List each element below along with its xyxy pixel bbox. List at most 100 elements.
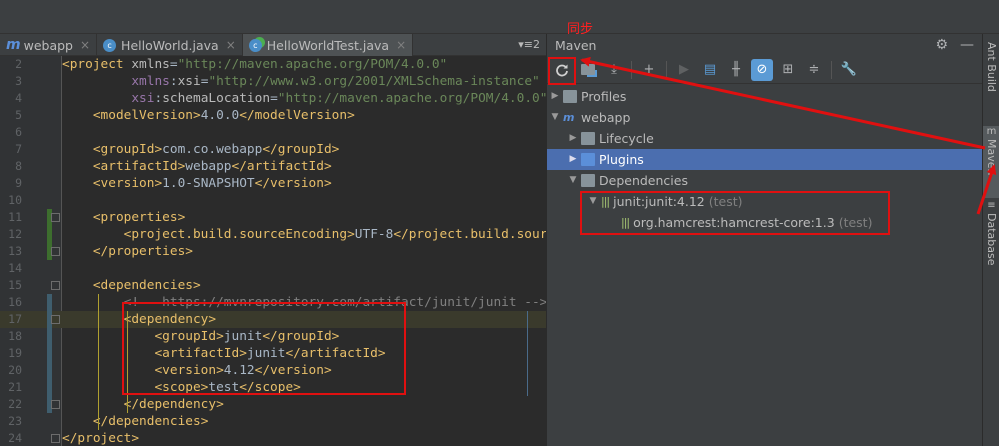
add-project-button[interactable]: + <box>638 59 660 81</box>
code-text: </dependencies> <box>62 413 209 430</box>
code-line: 3 xmlns:xsi="http://www.w3.org/2001/XMLS… <box>0 73 546 90</box>
close-icon[interactable]: × <box>396 38 406 52</box>
line-number: 17 <box>8 312 22 326</box>
code-line: 15 <dependencies> <box>0 277 546 294</box>
line-number: 24 <box>8 431 22 445</box>
collapse-all-button[interactable]: ≑ <box>803 59 825 81</box>
line-number: 16 <box>8 295 22 309</box>
toggle-offline-button[interactable]: ╫ <box>725 59 747 81</box>
tree-node-profiles[interactable]: ▶ Profiles <box>547 86 627 107</box>
code-text: <version>1.0-SNAPSHOT</version> <box>62 175 332 192</box>
code-token: </properties> <box>92 244 193 259</box>
wrench-icon: 🔧 <box>840 62 858 77</box>
side-tab-ant-build[interactable]: Ant Build <box>983 42 999 122</box>
code-line: 4 xsi:schemaLocation="http://maven.apach… <box>0 90 548 107</box>
maven-settings-button[interactable]: 🔧 <box>838 59 860 81</box>
tree-node-lifecycle[interactable]: ▶ Lifecycle <box>565 128 654 149</box>
collapse-arrow-icon[interactable]: ▼ <box>565 170 581 191</box>
tab-label: HelloWorldTest.java <box>266 37 390 53</box>
fold-marker-icon[interactable] <box>51 213 60 222</box>
code-text: </dependency> <box>62 396 224 413</box>
code-token: xmlns <box>131 57 170 72</box>
gear-icon[interactable]: ⚙ <box>935 37 948 53</box>
code-token: </version> <box>254 176 332 191</box>
collapse-arrow-icon[interactable]: ▼ <box>547 107 563 128</box>
code-line: 2 <project xmlns="http://maven.apache.org… <box>0 56 546 73</box>
toolbar-separator <box>831 60 832 79</box>
tree-node-label: webapp <box>581 110 631 125</box>
code-token: <properties> <box>92 210 186 225</box>
line-number: 22 <box>8 397 22 411</box>
editor-tab-0[interactable]: m webapp × <box>0 34 98 56</box>
code-token: <project <box>62 57 132 72</box>
minimize-icon[interactable]: — <box>960 37 974 53</box>
code-token: xsi <box>177 74 201 89</box>
database-icon: ≡ <box>987 200 996 211</box>
tree-node-label: Plugins <box>599 152 644 167</box>
run-button[interactable]: ▶ <box>673 59 695 81</box>
execute-goal-button[interactable]: ▤ <box>699 59 721 81</box>
maven-icon: m <box>986 126 997 137</box>
toolbar-separator <box>631 60 632 79</box>
tree-node-plugins[interactable]: ▶ Plugins <box>565 149 644 170</box>
tree-node-label: Dependencies <box>599 173 688 188</box>
code-token: xmlns <box>131 74 170 89</box>
show-dependencies-button[interactable]: ⊞ <box>777 59 799 81</box>
fold-marker-icon[interactable] <box>51 400 60 409</box>
expand-arrow-icon[interactable]: ▶ <box>547 86 563 107</box>
test-class-icon: c <box>248 38 262 52</box>
code-text: <dependencies> <box>62 277 201 294</box>
expand-arrow-icon[interactable]: ▶ <box>565 149 581 170</box>
tab-list-menu-button[interactable]: ▾≡2 <box>512 34 546 55</box>
code-text: <groupId>com.co.webapp</groupId> <box>62 141 340 158</box>
tree-node-label: Profiles <box>581 89 627 104</box>
code-token: </modelVersion> <box>239 108 355 123</box>
tree-node-webapp[interactable]: ▼ m webapp <box>547 107 631 128</box>
fold-marker-icon[interactable] <box>51 281 60 290</box>
close-icon[interactable]: × <box>80 38 90 52</box>
tree-node-label: Lifecycle <box>599 131 654 146</box>
code-line: 5 <modelVersion>4.0.0</modelVersion> <box>0 107 546 124</box>
side-tab-database[interactable]: ≡ Database <box>983 200 999 272</box>
line-number: 8 <box>15 159 22 173</box>
line-number: 12 <box>8 227 22 241</box>
fold-marker-icon[interactable] <box>51 434 60 443</box>
skip-tests-icon: ⊘ <box>756 62 768 77</box>
line-number: 4 <box>15 91 22 105</box>
generate-sources-button[interactable] <box>577 59 599 81</box>
code-token: "http://www.w3.org/2001/XMLSchema-instan… <box>208 74 540 89</box>
code-token: 1.0-SNAPSHOT <box>162 176 255 191</box>
tree-node-dependencies[interactable]: ▼ Dependencies <box>565 170 688 191</box>
line-number: 9 <box>15 176 22 190</box>
maven-tool-window: Maven ⚙ — ⤓ + ▶ ▤ ╫ ⊘ ⊞ ≑ 🔧 ▶ Profiles ▼… <box>546 34 983 446</box>
side-tab-label: Database <box>985 213 998 266</box>
code-token: <groupId> <box>92 142 163 157</box>
download-sources-button[interactable]: ⤓ <box>603 59 625 81</box>
fold-marker-icon[interactable] <box>51 315 60 324</box>
maven-toolbar: ⤓ + ▶ ▤ ╫ ⊘ ⊞ ≑ 🔧 <box>547 56 982 84</box>
download-icon: ⤓ <box>611 62 617 77</box>
annotation-box-dependencies <box>580 191 890 235</box>
maven-goal-icon: ▤ <box>703 62 717 77</box>
editor-tab-2[interactable]: c HelloWorldTest.java × <box>242 34 414 56</box>
expand-arrow-icon[interactable]: ▶ <box>565 128 581 149</box>
code-token: </groupId> <box>262 142 340 157</box>
code-line: 7 <groupId>com.co.webapp</groupId> <box>0 141 546 158</box>
editor-tab-1[interactable]: c HelloWorld.java × <box>97 34 243 56</box>
code-token: "http://maven.apache.org/POM/4.0.0" <box>277 91 548 106</box>
line-number: 14 <box>8 261 22 275</box>
line-number: 15 <box>8 278 22 292</box>
code-token: = <box>169 57 178 72</box>
skip-tests-button[interactable]: ⊘ <box>751 58 773 81</box>
annotation-box-reimport <box>548 57 576 85</box>
close-icon[interactable]: × <box>226 38 236 52</box>
code-token: <dependencies> <box>92 278 201 293</box>
code-line: 6 <box>0 124 546 141</box>
fold-marker-icon[interactable] <box>51 247 60 256</box>
maven-title-bar: Maven ⚙ — <box>547 34 982 56</box>
side-tab-maven[interactable]: m Maven <box>983 126 999 198</box>
